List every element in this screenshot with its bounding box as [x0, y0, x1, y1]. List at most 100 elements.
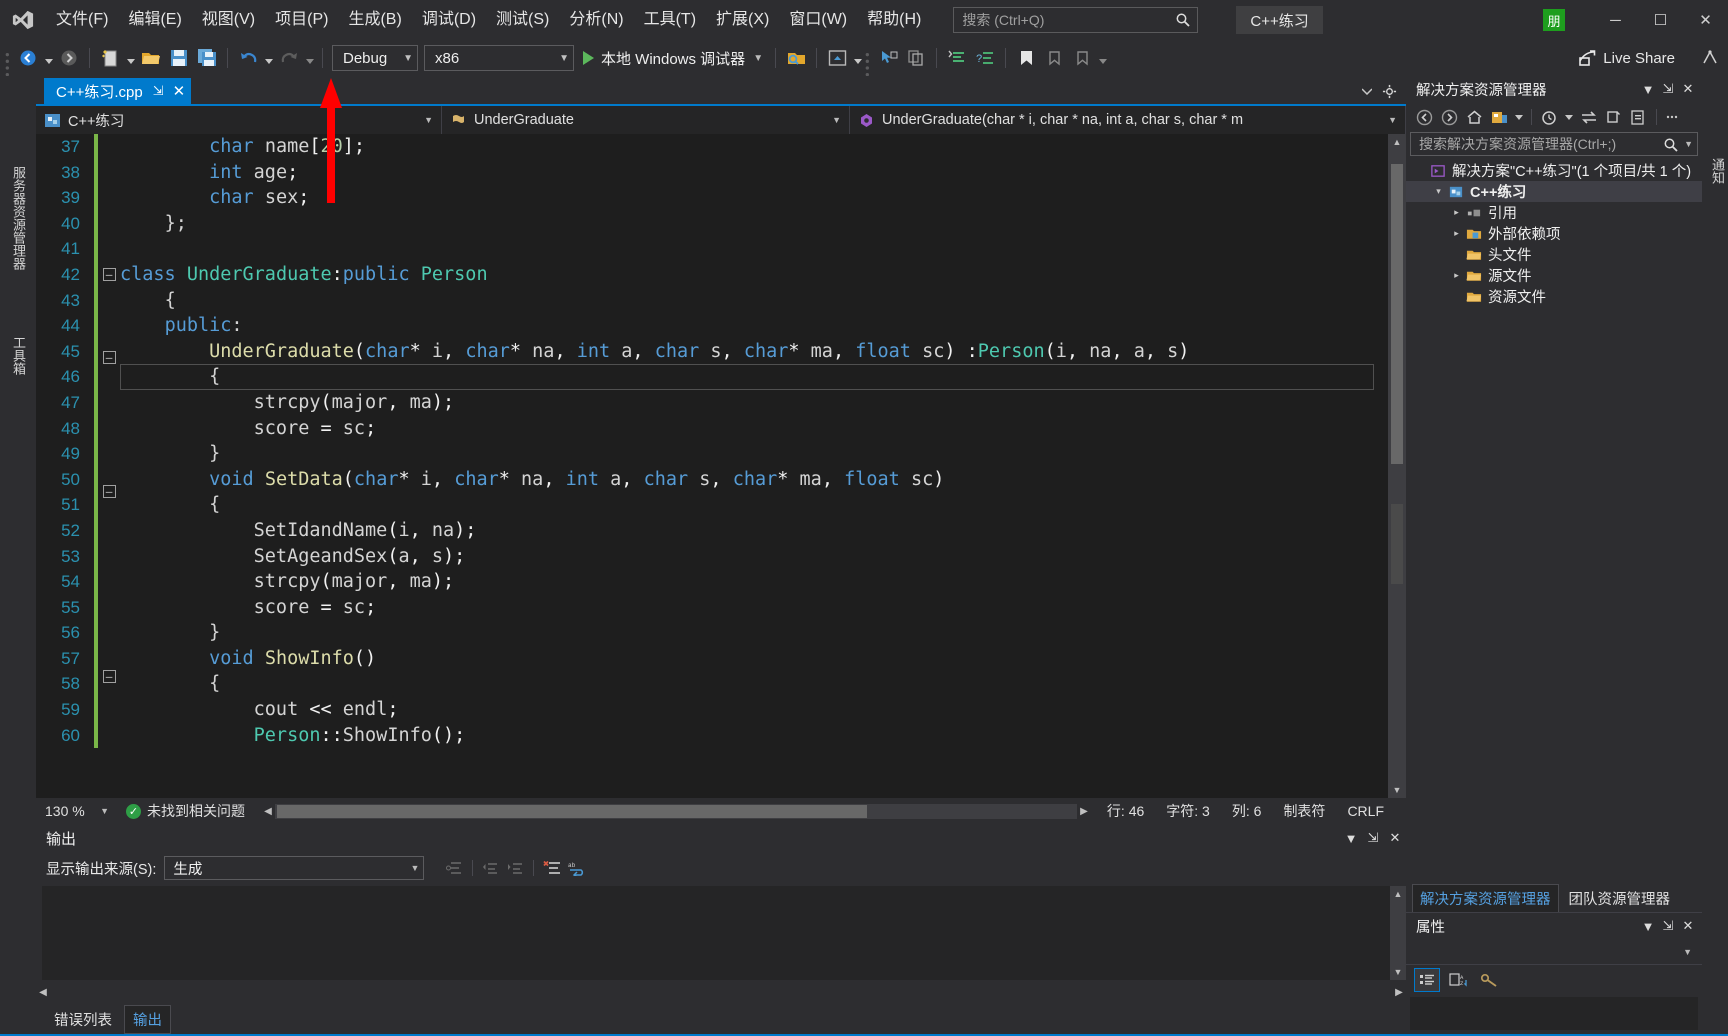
- collapse-all-icon[interactable]: [1627, 106, 1650, 129]
- code-line[interactable]: SetIdandName(i, na);: [120, 518, 1388, 544]
- tree-node[interactable]: 头文件: [1406, 244, 1702, 265]
- chevron-down-icon[interactable]: ▼: [1638, 919, 1658, 934]
- toggle-word-wrap-icon[interactable]: ab: [565, 857, 588, 880]
- fold-toggle[interactable]: –: [98, 485, 120, 511]
- bookmarks-dropdown-icon[interactable]: [1096, 45, 1109, 71]
- fold-toggle[interactable]: –: [98, 670, 120, 696]
- code-line[interactable]: Person::ShowInfo();: [120, 723, 1388, 749]
- code-line[interactable]: }: [120, 441, 1388, 467]
- code-line[interactable]: class UnderGraduate:public Person: [120, 262, 1388, 288]
- navbar-project-selector[interactable]: C++练习 ▼: [36, 106, 442, 134]
- expander-icon[interactable]: ▸: [1448, 270, 1465, 281]
- menu-view[interactable]: 视图(V): [192, 0, 265, 40]
- pin-icon[interactable]: ⇲: [153, 83, 164, 99]
- navbar-member-selector[interactable]: UnderGraduate(char * i, char * na, int a…: [850, 106, 1406, 134]
- gear-icon[interactable]: [1378, 80, 1400, 102]
- scrollbar-thumb[interactable]: [1391, 164, 1403, 464]
- maximize-button[interactable]: ☐: [1638, 0, 1683, 40]
- attach-to-process-icon[interactable]: [783, 45, 809, 71]
- hscroll-track[interactable]: [275, 804, 1077, 819]
- close-icon[interactable]: ✕: [1384, 830, 1406, 846]
- live-share-button[interactable]: Live Share: [1566, 49, 1687, 67]
- code-line[interactable]: void SetData(char* i, char* na, int a, c…: [120, 467, 1388, 493]
- go-to-previous-message-icon[interactable]: [479, 857, 502, 880]
- code-line[interactable]: strcpy(major, ma);: [120, 569, 1388, 595]
- home-icon[interactable]: [1463, 106, 1486, 129]
- menu-edit[interactable]: 编辑(E): [118, 0, 191, 40]
- code-line[interactable]: public:: [120, 313, 1388, 339]
- user-avatar[interactable]: 朋: [1543, 9, 1565, 31]
- tree-node[interactable]: 资源文件: [1406, 286, 1702, 307]
- code-line[interactable]: {: [120, 288, 1388, 314]
- toolbar-grip-2[interactable]: [864, 48, 874, 68]
- minimize-button[interactable]: ─: [1593, 0, 1638, 40]
- categorized-view-icon[interactable]: [1414, 968, 1440, 992]
- navigate-backward-dropdown-icon[interactable]: [42, 45, 55, 71]
- code-line[interactable]: {: [120, 492, 1388, 518]
- close-icon[interactable]: ✕: [173, 82, 186, 100]
- toolbox-tab[interactable]: 工具箱: [9, 336, 28, 375]
- go-to-next-message-icon[interactable]: [504, 857, 527, 880]
- code-line[interactable]: strcpy(major, ma);: [120, 390, 1388, 416]
- chevron-down-icon[interactable]: ▼: [1684, 139, 1693, 149]
- editor-vertical-scrollbar[interactable]: ▲ ▼: [1388, 134, 1406, 798]
- forward-icon[interactable]: [1438, 106, 1461, 129]
- code-text[interactable]: char name[20]; int age; char sex; }; cla…: [120, 134, 1388, 798]
- menu-help[interactable]: 帮助(H): [857, 0, 931, 40]
- scroll-up-icon[interactable]: ▲: [1390, 886, 1406, 902]
- menu-tools[interactable]: 工具(T): [634, 0, 706, 40]
- live-preview-dropdown-icon[interactable]: [851, 45, 864, 71]
- code-line[interactable]: {: [120, 671, 1388, 697]
- toolbar-grip[interactable]: [4, 48, 14, 68]
- hscroll-thumb[interactable]: [277, 805, 867, 818]
- alphabetical-sort-icon[interactable]: AZ: [1445, 968, 1471, 992]
- menu-project[interactable]: 项目(P): [265, 0, 338, 40]
- output-source-combo[interactable]: 生成 ▼: [164, 856, 424, 880]
- tree-node[interactable]: ▾C++练习: [1406, 181, 1702, 202]
- menu-extensions[interactable]: 扩展(X): [706, 0, 779, 40]
- undo-icon[interactable]: [235, 45, 261, 71]
- zoom-level-combo[interactable]: 130 % ▼: [36, 800, 114, 822]
- editor-horizontal-scrollbar[interactable]: ◀ ▶: [261, 803, 1091, 819]
- chevron-down-icon[interactable]: ▼: [1340, 831, 1362, 846]
- chevron-down-icon[interactable]: [1356, 80, 1378, 102]
- tab-output[interactable]: 输出: [124, 1005, 171, 1034]
- solution-platform-combo[interactable]: x86 ▼: [424, 45, 574, 71]
- scroll-right-icon[interactable]: ▶: [1392, 987, 1406, 998]
- clear-all-icon[interactable]: [540, 857, 563, 880]
- chevron-down-icon[interactable]: ▼: [1638, 82, 1658, 97]
- code-line[interactable]: score = sc;: [120, 416, 1388, 442]
- refresh-icon[interactable]: [1602, 106, 1625, 129]
- scroll-up-icon[interactable]: ▲: [1388, 134, 1406, 150]
- new-project-icon[interactable]: [97, 45, 123, 71]
- menu-analyze[interactable]: 分析(N): [559, 0, 633, 40]
- pending-changes-icon[interactable]: [1538, 106, 1561, 129]
- code-surface[interactable]: 3738394041424344454647484950515253545556…: [36, 134, 1388, 798]
- solution-explorer-search[interactable]: 搜索解决方案资源管理器(Ctrl+;) ▼: [1410, 132, 1698, 156]
- redo-icon[interactable]: [276, 45, 302, 71]
- property-pages-icon[interactable]: [1476, 968, 1502, 992]
- new-project-dropdown-icon[interactable]: [124, 45, 137, 71]
- select-element-icon[interactable]: [875, 45, 901, 71]
- back-icon[interactable]: [1413, 106, 1436, 129]
- code-line[interactable]: cout << endl;: [120, 697, 1388, 723]
- tree-node[interactable]: ▸引用: [1406, 202, 1702, 223]
- copy-element-icon[interactable]: [903, 45, 929, 71]
- code-line[interactable]: int age;: [120, 160, 1388, 186]
- output-text-area[interactable]: ▲ ▼: [42, 886, 1406, 980]
- code-line[interactable]: };: [120, 211, 1388, 237]
- code-editor[interactable]: 3738394041424344454647484950515253545556…: [36, 134, 1406, 798]
- code-line[interactable]: score = sc;: [120, 595, 1388, 621]
- next-bookmark-icon[interactable]: [1069, 45, 1095, 71]
- search-input[interactable]: [962, 12, 1175, 28]
- scroll-right-icon[interactable]: ▶: [1077, 806, 1091, 817]
- output-horizontal-scrollbar[interactable]: ◀ ▶: [36, 985, 1406, 999]
- properties-grid[interactable]: [1410, 997, 1698, 1030]
- solution-configuration-combo[interactable]: Debug ▼: [332, 45, 418, 71]
- scroll-left-icon[interactable]: ◀: [261, 806, 275, 817]
- tab-solution-explorer[interactable]: 解决方案资源管理器: [1412, 884, 1559, 913]
- menu-file[interactable]: 文件(F): [46, 0, 118, 40]
- scroll-left-icon[interactable]: ◀: [36, 987, 50, 998]
- navigate-forward-icon[interactable]: [56, 45, 82, 71]
- menu-window[interactable]: 窗口(W): [779, 0, 857, 40]
